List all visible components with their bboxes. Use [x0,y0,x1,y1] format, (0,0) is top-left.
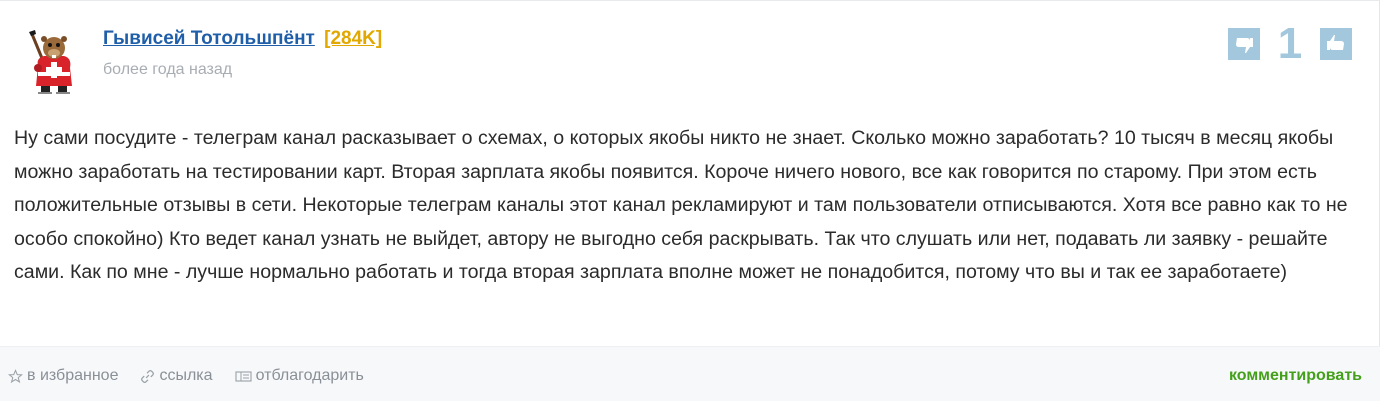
favorite-label: в избранное [27,367,119,384]
thank-label: отблагодарить [255,367,364,384]
author-rating-link[interactable]: [284K] [324,28,382,49]
banknote-icon [235,370,252,382]
thumbs-down-icon [1236,38,1253,53]
page: Гывисей Тотольшпёнт [284K] более года на… [0,0,1383,401]
comment-card: Гывисей Тотольшпёнт [284K] более года на… [0,0,1380,401]
thumbs-up-icon [1327,35,1344,50]
avatar[interactable] [24,28,83,99]
vote-up-button[interactable] [1320,28,1352,60]
favorite-button[interactable]: в избранное [8,367,118,385]
comment-footer: в избранное ссылка отблагодарить коммент… [0,346,1380,401]
thank-button[interactable]: отблагодарить [235,367,364,385]
link-label: ссылка [159,367,213,384]
comment-text: Ну сами посудите - телеграм канал расказ… [14,127,1348,284]
comment-button[interactable]: комментировать [1229,367,1362,385]
link-button[interactable]: ссылка [140,367,213,385]
link-icon [141,369,155,383]
author-line: Гывисей Тотольшпёнт [284K] [103,28,382,50]
vote-down-button[interactable] [1228,28,1260,60]
post-time: более года назад [103,61,233,78]
star-icon [8,368,23,383]
footer-actions: в избранное ссылка отблагодарить [8,367,386,385]
author-name-link[interactable]: Гывисей Тотольшпёнт [103,28,315,49]
vote-count: 1 [1277,19,1303,68]
